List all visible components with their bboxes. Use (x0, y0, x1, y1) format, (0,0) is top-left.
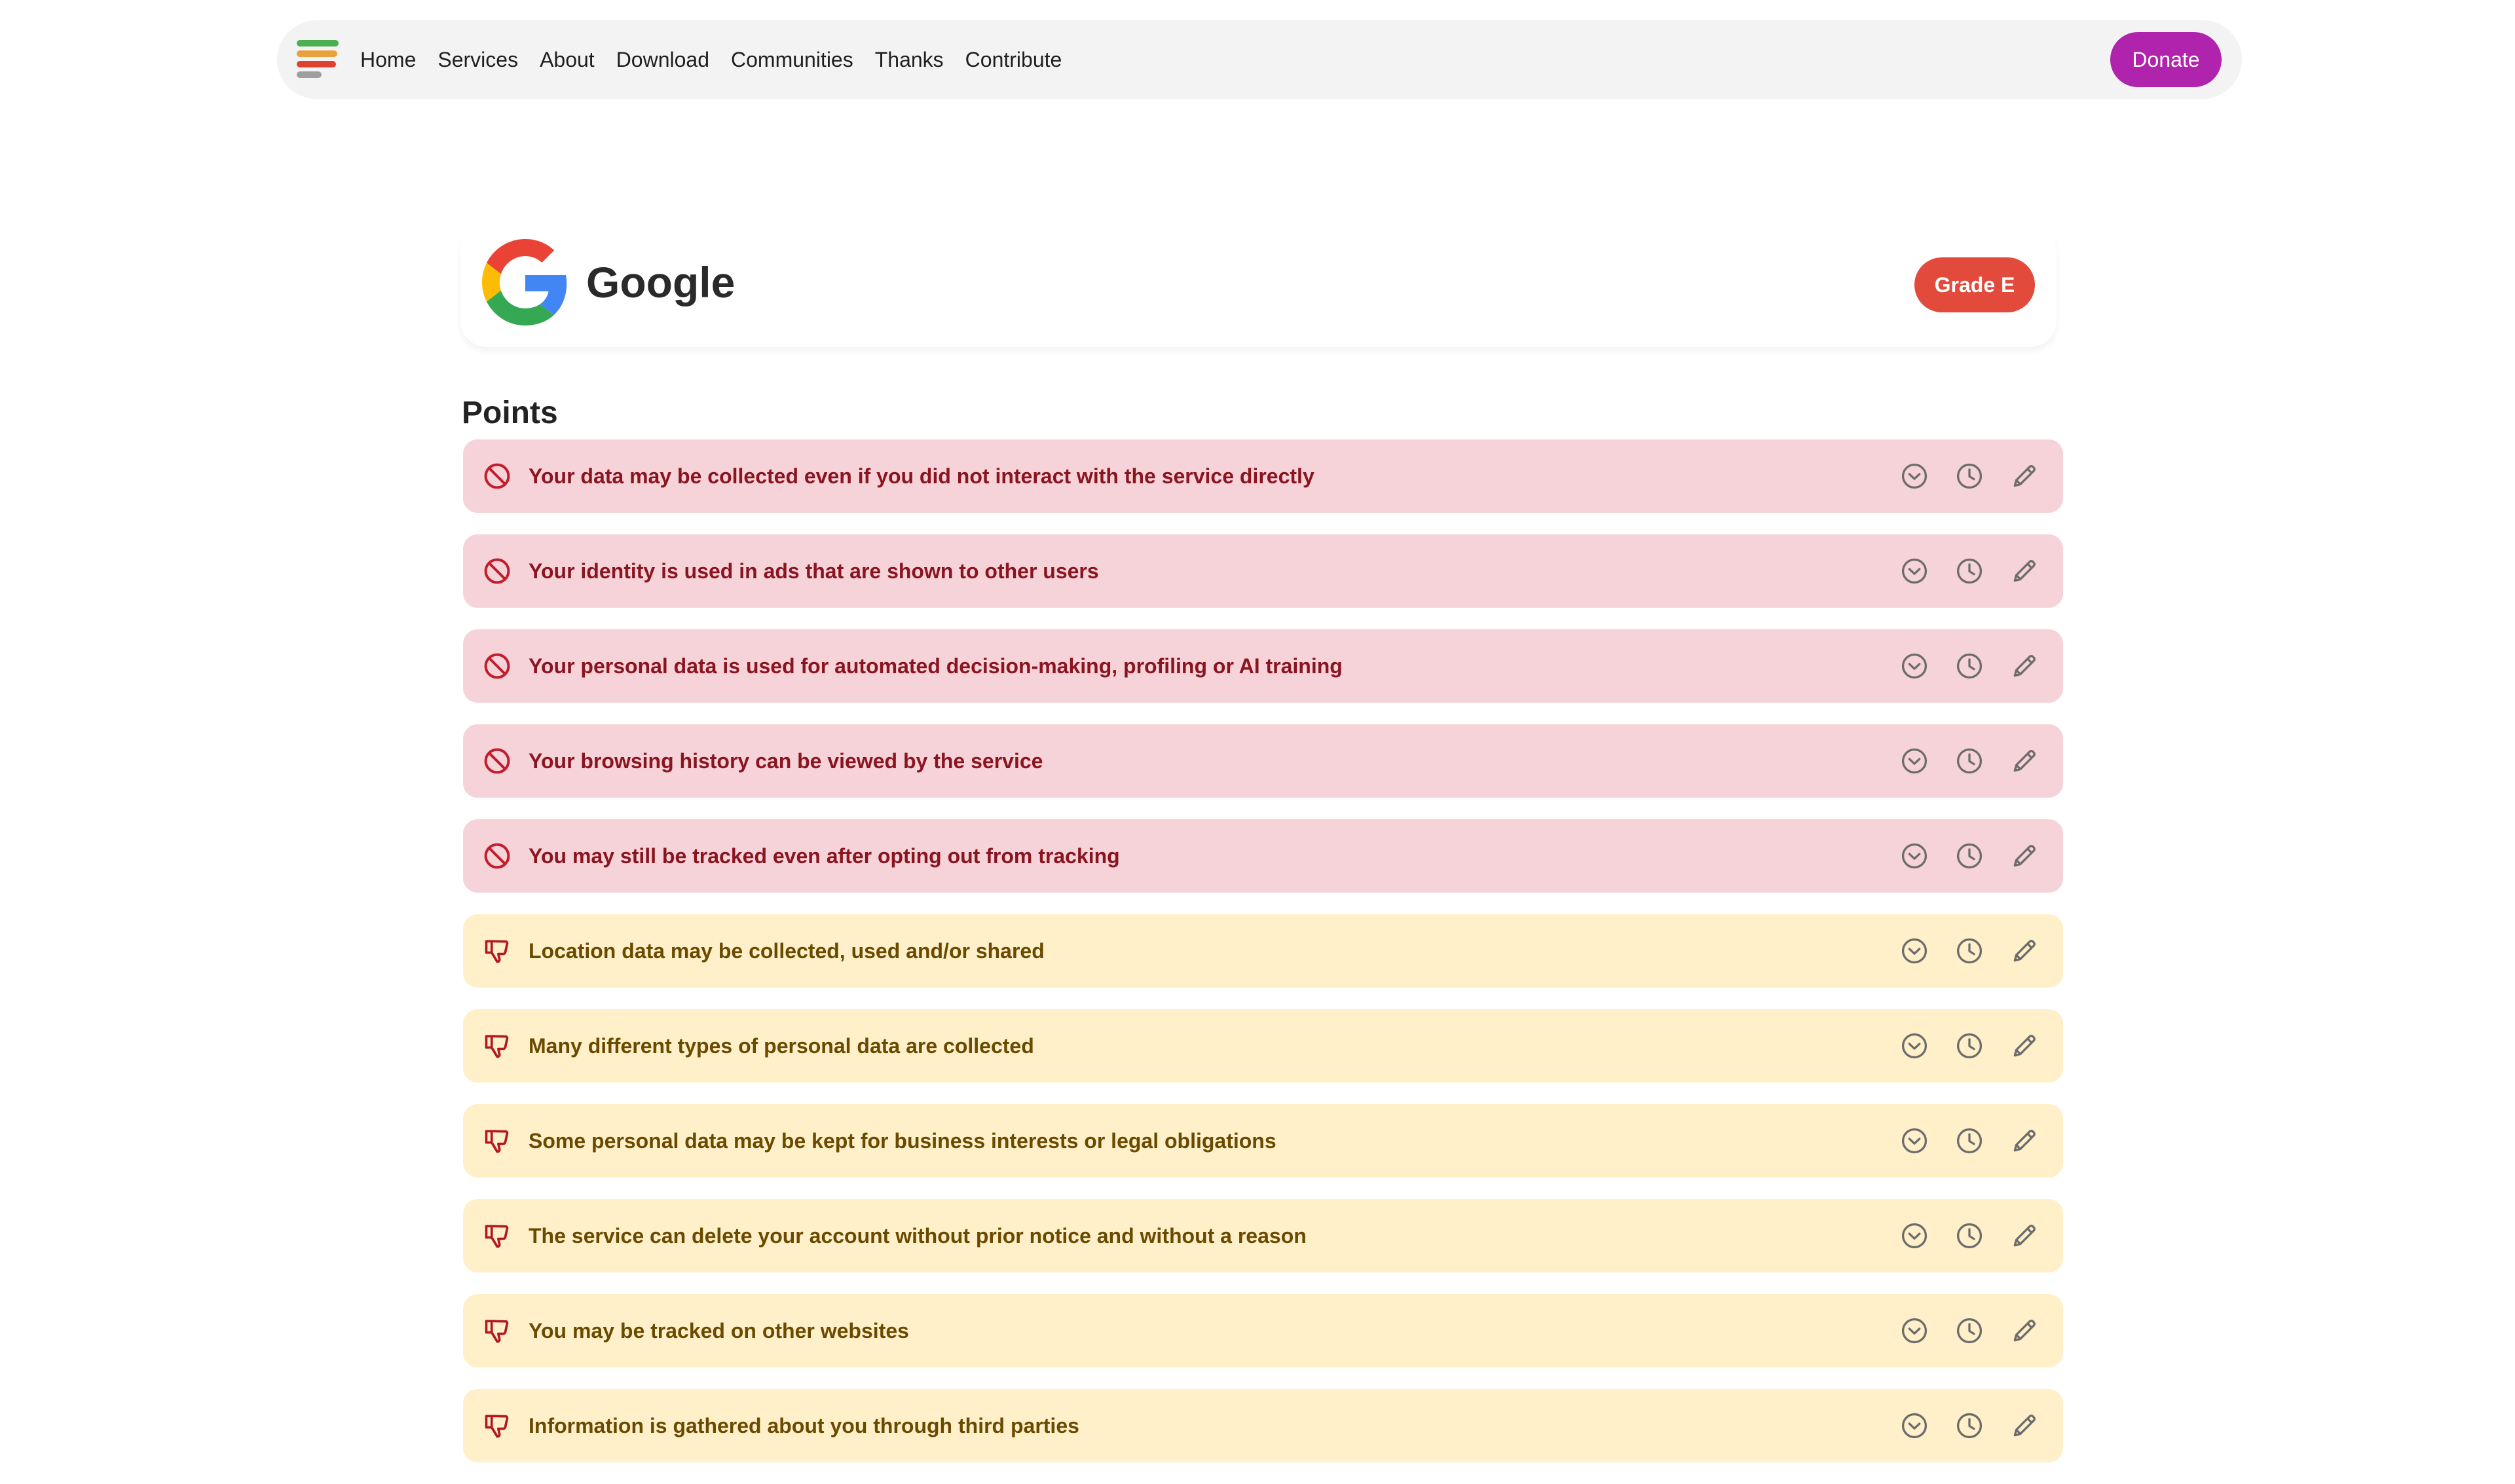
point-row[interactable]: Information is gathered about you throug… (463, 1389, 2063, 1462)
point-actions (1900, 557, 2039, 585)
history-clock-icon[interactable] (1955, 1316, 1984, 1345)
history-clock-icon[interactable] (1955, 1221, 1984, 1250)
point-text[interactable]: Information is gathered about you throug… (529, 1389, 1079, 1462)
point-text[interactable]: You may be tracked on other websites (529, 1294, 909, 1367)
point-text[interactable]: Location data may be collected, used and… (529, 914, 1045, 988)
logo-bar-green (297, 40, 339, 46)
point-row[interactable]: Your browsing history can be viewed by t… (463, 724, 2063, 798)
top-navbar: Home Services About Download Communities… (277, 20, 2242, 99)
prohibited-icon (484, 843, 510, 869)
point-row[interactable]: You may still be tracked even after opti… (463, 819, 2063, 893)
edit-pencil-icon[interactable] (2010, 1316, 2039, 1345)
edit-pencil-icon[interactable] (2010, 652, 2039, 680)
edit-pencil-icon[interactable] (2010, 1126, 2039, 1155)
point-row[interactable]: Your data may be collected even if you d… (463, 439, 2063, 513)
point-row[interactable]: Location data may be collected, used and… (463, 914, 2063, 988)
history-clock-icon[interactable] (1955, 1411, 1984, 1440)
edit-pencil-icon[interactable] (2010, 842, 2039, 870)
thumbs-down-icon (485, 940, 509, 963)
nav-link-services[interactable]: Services (438, 48, 518, 72)
point-actions (1900, 842, 2039, 870)
nav-link-about[interactable]: About (540, 48, 595, 72)
points-heading: Points (462, 396, 558, 430)
point-text[interactable]: Many different types of personal data ar… (529, 1009, 1034, 1083)
expand-chevron-icon[interactable] (1900, 1411, 1929, 1440)
point-row[interactable]: You may be tracked on other websites (463, 1294, 2063, 1367)
history-clock-icon[interactable] (1955, 1031, 1984, 1060)
points-list: Your data may be collected even if you d… (463, 439, 2063, 1484)
point-actions (1900, 1316, 2039, 1345)
history-clock-icon[interactable] (1955, 747, 1984, 775)
edit-pencil-icon[interactable] (2010, 557, 2039, 585)
logo-bar-orange (297, 50, 337, 57)
point-row[interactable]: Your identity is used in ads that are sh… (463, 534, 2063, 608)
point-text[interactable]: Your data may be collected even if you d… (529, 439, 1314, 513)
prohibited-icon (484, 748, 510, 774)
thumbs-down-icon (485, 1320, 509, 1343)
grade-badge[interactable]: Grade E (1914, 257, 2035, 312)
prohibited-icon (484, 558, 510, 584)
edit-pencil-icon[interactable] (2010, 1221, 2039, 1250)
expand-chevron-icon[interactable] (1900, 747, 1929, 775)
point-text[interactable]: Your browsing history can be viewed by t… (529, 724, 1043, 798)
point-row[interactable]: The service can delete your account with… (463, 1199, 2063, 1272)
thumbs-down-icon (485, 1225, 509, 1248)
logo-bar-red (297, 61, 336, 67)
nav-link-contribute[interactable]: Contribute (965, 48, 1062, 72)
point-text[interactable]: The service can delete your account with… (529, 1199, 1307, 1272)
nav-links: Home Services About Download Communities… (360, 20, 1062, 99)
logo-bar-gray (297, 71, 322, 78)
service-header-card: Google Grade E (460, 225, 2057, 347)
edit-pencil-icon[interactable] (2010, 747, 2039, 775)
point-text[interactable]: Your personal data is used for automated… (529, 629, 1343, 703)
donate-button[interactable]: Donate (2110, 32, 2222, 87)
history-clock-icon[interactable] (1955, 937, 1984, 965)
point-actions (1900, 747, 2039, 775)
expand-chevron-icon[interactable] (1900, 842, 1929, 870)
expand-chevron-icon[interactable] (1900, 1126, 1929, 1155)
nav-link-home[interactable]: Home (360, 48, 416, 72)
point-text[interactable]: Some personal data may be kept for busin… (529, 1104, 1276, 1178)
point-actions (1900, 462, 2039, 491)
tosdr-logo-icon[interactable] (297, 40, 339, 79)
edit-pencil-icon[interactable] (2010, 1031, 2039, 1060)
history-clock-icon[interactable] (1955, 462, 1984, 491)
history-clock-icon[interactable] (1955, 1126, 1984, 1155)
expand-chevron-icon[interactable] (1900, 652, 1929, 680)
history-clock-icon[interactable] (1955, 557, 1984, 585)
point-actions (1900, 937, 2039, 965)
service-name: Google (586, 258, 736, 306)
thumbs-down-icon (485, 1130, 509, 1153)
thumbs-down-icon (485, 1035, 509, 1058)
edit-pencil-icon[interactable] (2010, 462, 2039, 491)
point-actions (1900, 1221, 2039, 1250)
nav-link-thanks[interactable]: Thanks (875, 48, 944, 72)
expand-chevron-icon[interactable] (1900, 1316, 1929, 1345)
point-actions (1900, 1411, 2039, 1440)
edit-pencil-icon[interactable] (2010, 1411, 2039, 1440)
point-text[interactable]: You may still be tracked even after opti… (529, 819, 1120, 893)
history-clock-icon[interactable] (1955, 842, 1984, 870)
point-row[interactable]: Your personal data is used for automated… (463, 629, 2063, 703)
point-row[interactable]: Many different types of personal data ar… (463, 1009, 2063, 1083)
nav-link-communities[interactable]: Communities (731, 48, 853, 72)
expand-chevron-icon[interactable] (1900, 1031, 1929, 1060)
expand-chevron-icon[interactable] (1900, 557, 1929, 585)
history-clock-icon[interactable] (1955, 652, 1984, 680)
point-actions (1900, 652, 2039, 680)
expand-chevron-icon[interactable] (1900, 937, 1929, 965)
point-actions (1900, 1126, 2039, 1155)
point-row[interactable]: Some personal data may be kept for busin… (463, 1104, 2063, 1178)
google-g-icon (482, 239, 567, 325)
nav-link-download[interactable]: Download (616, 48, 709, 72)
thumbs-down-icon (485, 1415, 509, 1438)
point-actions (1900, 1031, 2039, 1060)
prohibited-icon (484, 653, 510, 679)
expand-chevron-icon[interactable] (1900, 462, 1929, 491)
point-text[interactable]: Your identity is used in ads that are sh… (529, 534, 1099, 608)
expand-chevron-icon[interactable] (1900, 1221, 1929, 1250)
edit-pencil-icon[interactable] (2010, 937, 2039, 965)
prohibited-icon (484, 463, 510, 489)
